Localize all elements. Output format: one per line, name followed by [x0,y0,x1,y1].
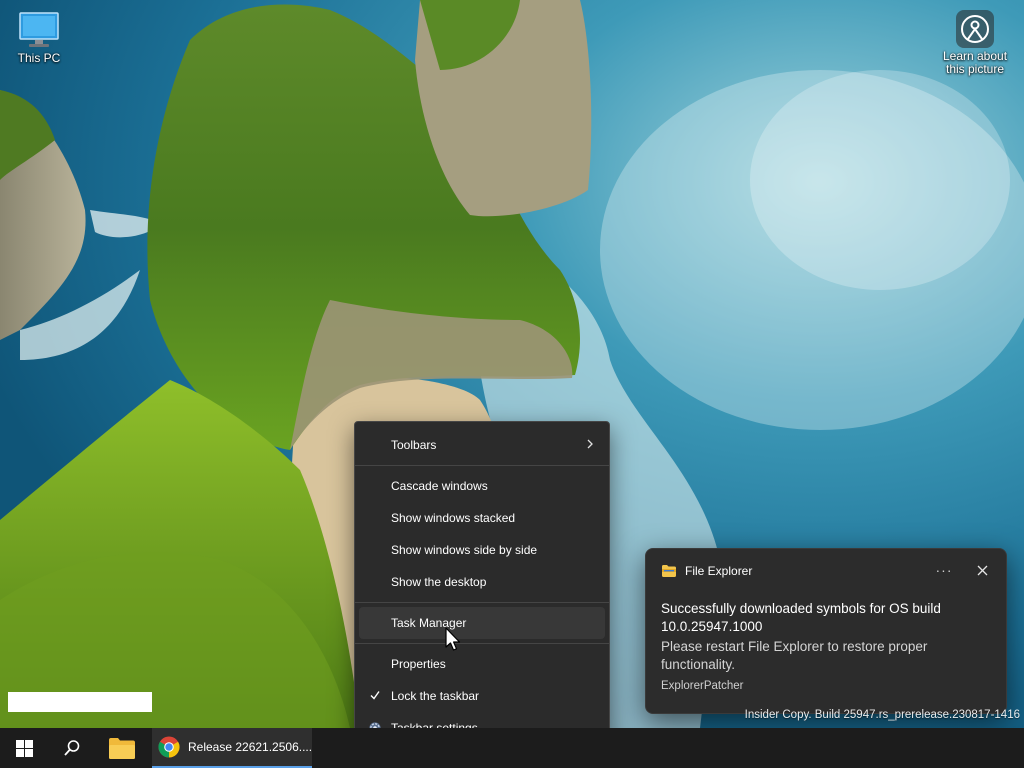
menu-separator [355,643,609,644]
close-button[interactable] [972,560,992,580]
checkmark-icon [370,691,380,700]
desktop-icon-this-pc[interactable]: This PC [0,10,79,65]
menu-item-show-windows-side-by-side[interactable]: Show windows side by side [359,534,605,566]
more-options-button[interactable]: ··· [933,559,955,581]
camera-location-icon [956,10,994,48]
folder-icon [662,565,676,577]
menu-item-show-windows-stacked[interactable]: Show windows stacked [359,502,605,534]
menu-item-task-manager[interactable]: Task Manager [359,607,605,639]
taskbar-file-explorer[interactable] [98,728,146,768]
menu-item-label: Task Manager [391,616,467,630]
windows-logo-icon [15,739,33,757]
search-icon [64,740,80,756]
redacted-box [8,692,152,712]
menu-item-label: Show windows stacked [391,511,516,525]
menu-item-cascade-windows[interactable]: Cascade windows [359,470,605,502]
menu-item-label: Lock the taskbar [391,689,480,703]
close-icon [977,565,987,575]
notification-header: File Explorer [662,563,752,579]
menu-separator [355,465,609,466]
menu-item-lock-the-taskbar[interactable]: Lock the taskbar [359,680,605,712]
notification-app-name: File Explorer [685,564,753,578]
desktop-icon-label: Learn about this picture [942,49,1008,76]
menu-item-properties[interactable]: Properties [359,648,605,680]
menu-item-label: Properties [391,657,446,671]
chrome-icon [158,736,180,758]
taskbar-chrome-window[interactable]: Release 22621.2506.... [152,728,312,768]
menu-item-toolbars[interactable]: Toolbars [359,429,605,461]
start-button[interactable] [0,728,48,768]
menu-item-label: Cascade windows [391,479,488,493]
menu-item-label: Toolbars [391,438,437,452]
notification-attribution: ExplorerPatcher [661,680,744,692]
chevron-right-icon [587,439,593,449]
taskbar-context-menu: Toolbars Cascade windows Show windows st… [354,421,610,752]
desktop-icon-label: This PC [17,51,61,65]
menu-item-label: Show the desktop [391,575,487,589]
build-watermark: Insider Copy. Build 25947.rs_prerelease.… [744,709,1020,721]
notification-toast[interactable]: File Explorer ··· Successfully downloade… [645,548,1007,714]
notification-body: Please restart File Explorer to restore … [661,639,928,672]
menu-item-label: Show windows side by side [391,543,538,557]
folder-icon [109,738,135,759]
taskbar-window-title: Release 22621.2506.... [187,740,312,754]
menu-item-show-the-desktop[interactable]: Show the desktop [359,566,605,598]
search-button[interactable] [48,728,96,768]
taskbar: Release 22621.2506.... [0,728,1024,768]
monitor-icon [19,12,59,47]
desktop-icon-learn-about-picture[interactable]: Learn about this picture [935,10,1015,76]
notification-title: Successfully downloaded symbols for OS b… [661,601,941,634]
menu-separator [355,602,609,603]
